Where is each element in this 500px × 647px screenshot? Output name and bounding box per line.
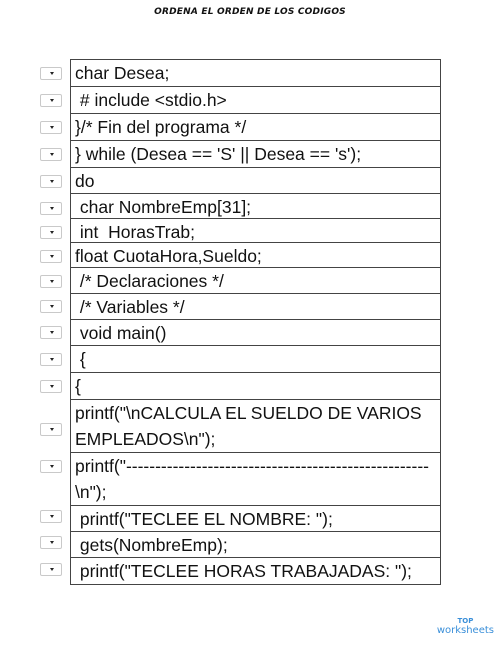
code-line: char NombreEmp[31]; — [70, 194, 441, 219]
answer-dropdown[interactable] — [40, 67, 62, 80]
answer-dropdown[interactable] — [40, 94, 62, 107]
chevron-down-icon — [50, 515, 54, 518]
chevron-down-icon — [50, 126, 54, 129]
answer-dropdown[interactable] — [40, 175, 62, 188]
answer-dropdown[interactable] — [40, 423, 62, 436]
answer-dropdown[interactable] — [40, 121, 62, 134]
chevron-down-icon — [50, 465, 54, 468]
worksheet-title: ORDENA EL ORDEN DE LOS CODIGOS — [154, 7, 346, 17]
chevron-down-icon — [50, 428, 54, 431]
chevron-down-icon — [50, 255, 54, 258]
answer-dropdown[interactable] — [40, 380, 62, 393]
chevron-down-icon — [50, 568, 54, 571]
answer-dropdown[interactable] — [40, 250, 62, 263]
code-line: printf("--------------------------------… — [70, 453, 441, 506]
code-line: { — [70, 346, 441, 373]
answer-dropdown[interactable] — [40, 460, 62, 473]
answer-dropdown[interactable] — [40, 510, 62, 523]
chevron-down-icon — [50, 541, 54, 544]
chevron-down-icon — [50, 331, 54, 334]
code-line: do — [70, 168, 441, 194]
code-line: /* Variables */ — [70, 294, 441, 320]
answer-dropdown[interactable] — [40, 326, 62, 339]
chevron-down-icon — [50, 385, 54, 388]
answer-dropdown[interactable] — [40, 226, 62, 239]
code-line: void main() — [70, 320, 441, 346]
chevron-down-icon — [50, 231, 54, 234]
chevron-down-icon — [50, 153, 54, 156]
chevron-down-icon — [50, 99, 54, 102]
chevron-down-icon — [50, 180, 54, 183]
chevron-down-icon — [50, 305, 54, 308]
chevron-down-icon — [50, 358, 54, 361]
code-line: { — [70, 373, 441, 400]
code-line: # include <stdio.h> — [70, 87, 441, 114]
code-line: printf("\nCALCULA EL SUELDO DE VARIOS EM… — [70, 400, 441, 453]
logo-main-text: worksheets — [436, 625, 494, 636]
code-line: }/* Fin del programa */ — [70, 114, 441, 141]
answer-dropdown[interactable] — [40, 148, 62, 161]
chevron-down-icon — [50, 280, 54, 283]
answer-dropdown[interactable] — [40, 536, 62, 549]
chevron-down-icon — [50, 72, 54, 75]
code-line: float CuotaHora,Sueldo; — [70, 243, 441, 268]
answer-dropdown[interactable] — [40, 275, 62, 288]
code-line: /* Declaraciones */ — [70, 268, 441, 294]
code-line: char Desea; — [70, 59, 441, 87]
answer-dropdown[interactable] — [40, 353, 62, 366]
code-line: int HorasTrab; — [70, 219, 441, 243]
code-line: } while (Desea == 'S' || Desea == 's'); — [70, 141, 441, 168]
answer-dropdown[interactable] — [40, 300, 62, 313]
answer-dropdown[interactable] — [40, 563, 62, 576]
code-line: gets(NombreEmp); — [70, 532, 441, 558]
answer-dropdown[interactable] — [40, 202, 62, 215]
code-line: printf("TECLEE EL NOMBRE: "); — [70, 506, 441, 532]
chevron-down-icon — [50, 207, 54, 210]
code-line: printf("TECLEE HORAS TRABAJADAS: "); — [70, 558, 441, 585]
top-worksheets-logo: TOP worksheets — [436, 617, 494, 636]
